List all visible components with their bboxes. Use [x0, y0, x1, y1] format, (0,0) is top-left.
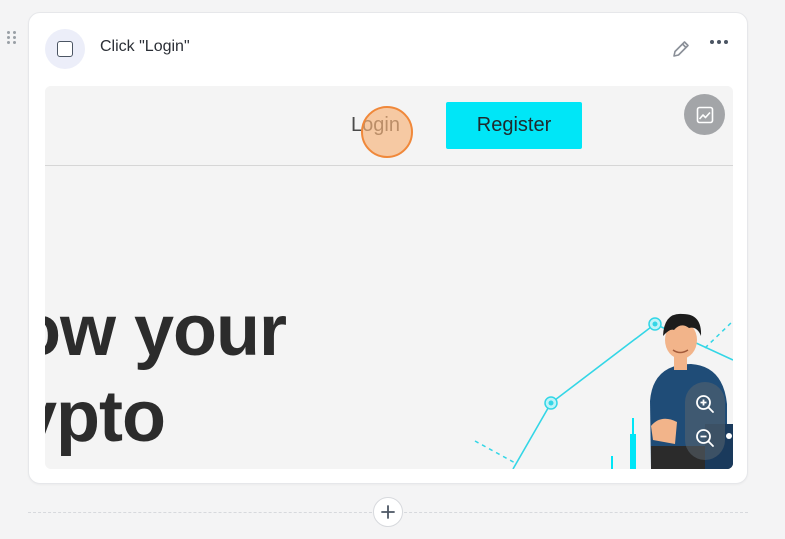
edit-image-button[interactable] — [684, 94, 725, 135]
more-horizontal-icon[interactable] — [708, 33, 730, 51]
step-checkbox[interactable] — [57, 41, 73, 57]
screenshot-nav-bar: Login Register — [45, 86, 733, 166]
pencil-icon[interactable] — [670, 38, 692, 60]
zoom-controls — [685, 382, 725, 460]
screenshot-hero-text: ow your ypto — [45, 291, 287, 457]
drag-handle-icon[interactable] — [7, 31, 17, 45]
step-badge — [45, 29, 85, 69]
zoom-in-icon[interactable] — [693, 392, 717, 416]
click-marker — [361, 106, 413, 158]
step-card: Click "Login" Login Register ow your ypt… — [28, 12, 748, 484]
screenshot-register-button: Register — [446, 102, 582, 149]
add-step-button[interactable] — [373, 497, 403, 527]
zoom-out-icon[interactable] — [693, 426, 717, 450]
image-edit-icon — [696, 106, 713, 123]
step-screenshot: Login Register ow your ypto — [45, 86, 733, 469]
plus-icon — [381, 505, 395, 519]
step-title[interactable]: Click "Login" — [100, 38, 190, 56]
